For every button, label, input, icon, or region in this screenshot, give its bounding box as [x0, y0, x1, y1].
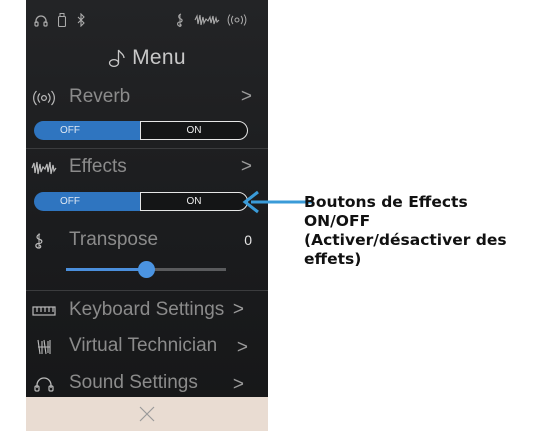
headphones-icon [34, 377, 54, 392]
reverb-chevron-icon: > [240, 86, 252, 107]
effects-on-button[interactable]: ON [140, 192, 248, 211]
transpose-label: Transpose [69, 229, 159, 250]
treble-clef-icon [35, 233, 43, 249]
transpose-slider[interactable] [66, 261, 226, 278]
effects-label: Effects [69, 156, 127, 177]
divider [26, 290, 268, 291]
effects-toggle[interactable]: OFF ON [34, 192, 248, 211]
menu-item-effects[interactable]: Effects > [26, 153, 268, 183]
callout-arrow-icon [242, 190, 313, 214]
menu-item-sound-settings[interactable]: Sound Settings > [26, 369, 268, 399]
headphones-icon [34, 13, 48, 27]
effects-off-button[interactable]: OFF [34, 192, 140, 211]
effects-wave-icon [194, 13, 220, 27]
virtual-technician-chevron-icon: > [236, 337, 248, 358]
keyboard-settings-label: Keyboard Settings [69, 299, 225, 320]
keyboard-icon [32, 306, 56, 316]
callout-line-1: Boutons de Effects [304, 193, 468, 211]
menu-item-virtual-technician[interactable]: Virtual Technician > [26, 332, 268, 362]
keyboard-settings-chevron-icon: > [232, 299, 244, 320]
transpose-value: 0 [244, 232, 252, 248]
reverb-off-button[interactable]: OFF [34, 121, 140, 140]
reverb-icon [33, 90, 55, 106]
status-bar [26, 0, 268, 40]
reverb-icon [226, 13, 248, 27]
bluetooth-icon [77, 13, 85, 27]
sound-settings-label: Sound Settings [69, 372, 198, 393]
menu-item-keyboard-settings[interactable]: Keyboard Settings > [26, 296, 268, 326]
close-icon[interactable] [138, 405, 156, 423]
menu-header: Menu [26, 42, 268, 74]
virtual-technician-label: Virtual Technician [69, 335, 218, 356]
menu-item-transpose[interactable]: Transpose 0 [26, 226, 268, 256]
technician-icon [37, 339, 51, 355]
callout-text: Boutons de Effects ON/OFF (Activer/désac… [304, 193, 536, 269]
phone-screen: Menu Reverb > OFF ON Effects > OFF ON Tr… [26, 0, 268, 431]
transpose-slider-thumb[interactable] [137, 261, 155, 278]
callout-line-3: (Activer/désactiver des [304, 231, 507, 249]
sound-settings-chevron-icon: > [232, 374, 244, 395]
reverb-on-button[interactable]: ON [140, 121, 248, 140]
effects-chevron-icon: > [240, 156, 252, 177]
reverb-label: Reverb [69, 86, 131, 107]
bottom-bar [26, 397, 268, 431]
metronome-icon [176, 12, 184, 27]
usb-drive-icon [58, 13, 66, 27]
callout-line-4: effets) [304, 250, 362, 268]
transpose-slider-fill [66, 268, 146, 271]
menu-title: Menu [132, 46, 186, 69]
effects-wave-icon [31, 161, 57, 175]
menu-item-reverb[interactable]: Reverb > [26, 83, 268, 113]
callout-line-2: ON/OFF [304, 212, 371, 230]
music-note-icon [108, 49, 125, 68]
reverb-toggle[interactable]: OFF ON [34, 121, 248, 140]
divider [26, 148, 268, 149]
